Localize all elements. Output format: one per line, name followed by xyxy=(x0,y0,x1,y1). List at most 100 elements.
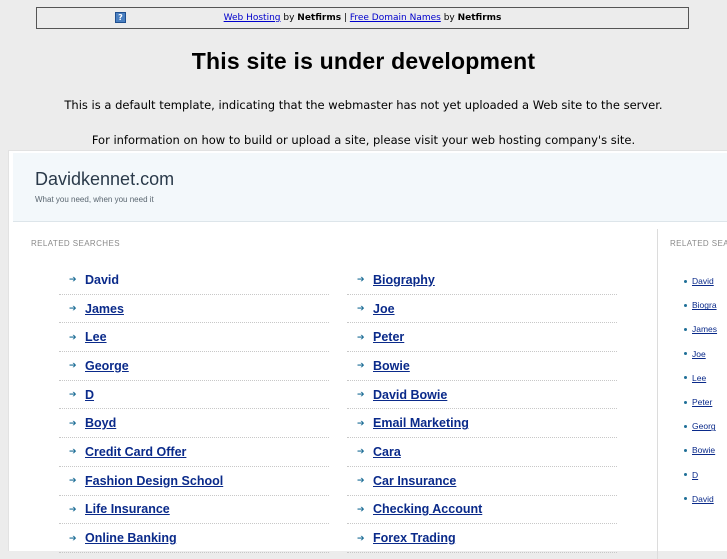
bullet-icon xyxy=(684,497,687,501)
related-search-link[interactable]: ➔ Cara xyxy=(347,438,617,467)
sidebar-link-label[interactable]: Bowie xyxy=(692,445,715,455)
right-arrow-icon: ➔ xyxy=(357,446,365,457)
help-icon[interactable]: ? xyxy=(115,12,126,23)
bullet-icon xyxy=(684,473,687,477)
sidebar-link[interactable]: Georg xyxy=(683,414,727,438)
right-arrow-icon: ➔ xyxy=(357,475,365,486)
bullet-icon xyxy=(684,327,687,331)
related-search-label[interactable]: D xyxy=(85,388,94,402)
related-search-label[interactable]: Cara xyxy=(373,445,401,459)
sidebar-link-label[interactable]: Peter xyxy=(692,397,712,407)
free-domain-names-link[interactable]: Free Domain Names xyxy=(350,13,441,23)
right-arrow-icon: ➔ xyxy=(69,532,77,543)
related-search-link[interactable]: ➔ Online Banking xyxy=(59,524,329,553)
right-arrow-icon: ➔ xyxy=(357,417,365,428)
related-search-link[interactable]: ➔ Peter xyxy=(347,323,617,353)
web-hosting-link[interactable]: Web Hosting xyxy=(224,13,281,23)
related-search-label[interactable]: Lee xyxy=(85,330,107,344)
sidebar-link[interactable]: David xyxy=(683,487,727,511)
related-search-label[interactable]: Online Banking xyxy=(85,531,177,545)
related-search-label[interactable]: David xyxy=(85,273,119,287)
column-divider xyxy=(657,229,658,559)
sidebar-link-label[interactable]: David xyxy=(692,494,714,504)
bullet-icon xyxy=(684,303,687,307)
sidebar-link[interactable]: Peter xyxy=(683,390,727,414)
banner-separator: | xyxy=(341,13,350,23)
notice-text: This is a default template, indicating t… xyxy=(64,98,663,112)
related-search-label[interactable]: Car Insurance xyxy=(373,474,456,488)
sidebar-link[interactable]: D xyxy=(683,463,727,487)
related-search-link[interactable]: ➔ David Bowie xyxy=(347,381,617,410)
sidebar-link[interactable]: David xyxy=(683,269,727,293)
related-search-link[interactable]: ➔ D xyxy=(59,381,329,410)
related-search-label[interactable]: Email Marketing xyxy=(373,416,469,430)
related-search-label[interactable]: Fashion Design School xyxy=(85,474,223,488)
related-search-link[interactable]: ➔ Boyd xyxy=(59,409,329,439)
right-arrow-icon: ➔ xyxy=(357,360,365,371)
banner-by-text: by xyxy=(280,13,298,23)
related-search-label[interactable]: James xyxy=(85,302,124,316)
related-search-link[interactable]: ➔ Email Marketing xyxy=(347,409,617,439)
related-search-label[interactable]: Joe xyxy=(373,302,395,316)
related-search-label[interactable]: George xyxy=(85,359,129,373)
related-search-link[interactable]: ➔ Bowie xyxy=(347,352,617,381)
related-search-link[interactable]: ➔ Checking Account xyxy=(347,496,617,525)
right-arrow-icon: ➔ xyxy=(69,303,77,314)
related-search-label[interactable]: Boyd xyxy=(85,416,116,430)
related-search-link[interactable]: ➔ Fashion Design School xyxy=(59,467,329,496)
hosting-info-text: For information on how to build or uploa… xyxy=(91,133,636,147)
related-search-label[interactable]: Checking Account xyxy=(373,502,482,516)
related-search-link[interactable]: ➔ Forex Trading xyxy=(347,524,617,553)
related-search-link[interactable]: ➔ Credit Card Offer xyxy=(59,438,329,467)
related-search-label[interactable]: Life Insurance xyxy=(85,502,170,516)
right-arrow-icon: ➔ xyxy=(357,274,365,285)
sidebar-link-label[interactable]: Lee xyxy=(692,373,706,383)
right-arrow-icon: ➔ xyxy=(69,503,77,514)
banner-brand: Netfirms xyxy=(297,13,342,23)
bullet-icon xyxy=(684,400,687,404)
right-arrow-icon: ➔ xyxy=(357,503,365,514)
related-search-link[interactable]: ➔ Biography xyxy=(347,266,617,295)
right-arrow-icon: ➔ xyxy=(69,446,77,457)
related-search-label[interactable]: Peter xyxy=(373,330,404,344)
related-search-label[interactable]: Forex Trading xyxy=(373,531,456,545)
bullet-icon xyxy=(684,424,687,428)
right-arrow-icon: ➔ xyxy=(69,360,77,371)
bullet-icon xyxy=(684,352,687,356)
right-arrow-icon: ➔ xyxy=(69,331,77,342)
related-search-label[interactable]: David Bowie xyxy=(373,388,447,402)
related-search-link[interactable]: ➔ Lee xyxy=(59,323,329,353)
right-arrow-icon: ➔ xyxy=(69,475,77,486)
sidebar-link-label[interactable]: D xyxy=(692,470,698,480)
related-search-link[interactable]: ➔ Joe xyxy=(347,295,617,324)
related-search-label[interactable]: Bowie xyxy=(373,359,410,373)
site-header: Davidkennet.com What you need, when you … xyxy=(13,153,727,222)
page-title: This site is under development xyxy=(191,48,536,74)
sidebar-link[interactable]: James xyxy=(683,317,727,341)
related-search-link[interactable]: ➔ George xyxy=(59,352,329,381)
bullet-icon xyxy=(684,448,687,452)
site-name[interactable]: Davidkennet.com xyxy=(35,169,174,190)
banner-brand-2: Netfirms xyxy=(457,13,502,23)
right-arrow-icon: ➔ xyxy=(69,389,77,400)
sidebar-link-label[interactable]: Joe xyxy=(692,349,706,359)
related-search-label[interactable]: Credit Card Offer xyxy=(85,445,186,459)
related-search-link[interactable]: ➔ Car Insurance xyxy=(347,467,617,496)
bullet-icon xyxy=(684,279,687,283)
hosting-banner: ? Web Hosting by Netfirms | Free Domain … xyxy=(36,7,689,29)
sidebar-link-label[interactable]: Georg xyxy=(692,421,716,431)
sidebar-link[interactable]: Joe xyxy=(683,342,727,366)
right-arrow-icon: ➔ xyxy=(357,389,365,400)
sidebar-link[interactable]: Bowie xyxy=(683,438,727,462)
sidebar-link[interactable]: Biogra xyxy=(683,293,727,317)
sidebar-link-label[interactable]: Biogra xyxy=(692,300,717,310)
sidebar-link-label[interactable]: David xyxy=(692,276,714,286)
sidebar-link[interactable]: Lee xyxy=(683,366,727,390)
related-search-label[interactable]: Biography xyxy=(373,273,435,287)
related-links-right: ➔ Biography ➔ Joe ➔ Peter ➔ Bowie ➔ David Bowie ➔ E… xyxy=(347,266,617,553)
related-search-link[interactable]: ➔ Life Insurance xyxy=(59,496,329,525)
parked-page: Davidkennet.com What you need, when you … xyxy=(8,150,727,559)
related-search-link[interactable]: ➔ David xyxy=(59,266,329,295)
related-search-link[interactable]: ➔ James xyxy=(59,295,329,324)
sidebar-link-label[interactable]: James xyxy=(692,324,717,334)
